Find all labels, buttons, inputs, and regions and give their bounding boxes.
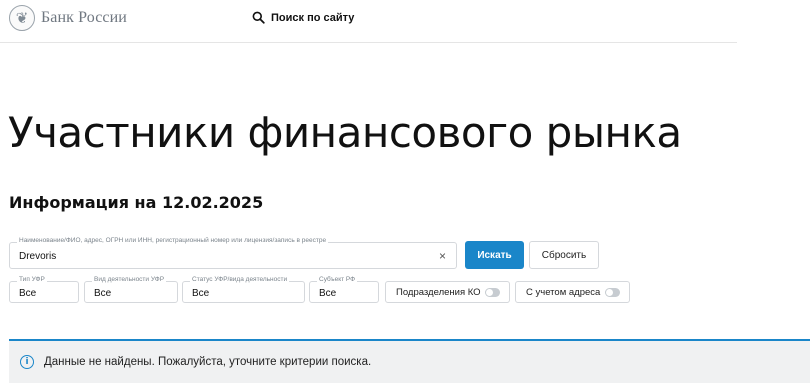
info-icon: i bbox=[20, 355, 34, 369]
filter-label: Тип УФР bbox=[17, 276, 47, 283]
filter-label: Статус УФР/вида деятельности bbox=[190, 276, 290, 283]
search-icon bbox=[252, 11, 265, 24]
filter-region[interactable]: Субъект РФ Все bbox=[309, 276, 379, 303]
page-title: Участники финансового рынка bbox=[8, 108, 682, 157]
toggle-switch[interactable] bbox=[485, 288, 500, 297]
close-icon[interactable]: × bbox=[439, 249, 446, 263]
toggle-switch[interactable] bbox=[605, 288, 620, 297]
site-search-link[interactable]: Поиск по сайту bbox=[252, 11, 354, 24]
info-date-heading: Информация на 12.02.2025 bbox=[9, 193, 264, 212]
site-search-label: Поиск по сайту bbox=[271, 11, 355, 24]
alert-message: Данные не найдены. Пожалуйста, уточните … bbox=[44, 356, 372, 368]
main-search-field[interactable]: Наименование/ФИО, адрес, ОГРН или ИНН, р… bbox=[9, 237, 457, 269]
logo-text: Банк России bbox=[41, 9, 127, 26]
eagle-emblem-icon: ❦ bbox=[9, 5, 35, 31]
filter-value: Все bbox=[319, 288, 337, 299]
toggle-ko-subdivisions[interactable]: Подразделения КО bbox=[385, 281, 510, 303]
bank-logo[interactable]: ❦ Банк России bbox=[9, 5, 127, 31]
reset-button[interactable]: Сбросить bbox=[529, 241, 599, 269]
toggle-label: С учетом адреса bbox=[526, 286, 601, 298]
toggle-label: Подразделения КО bbox=[396, 286, 481, 298]
filter-ufr-type[interactable]: Тип УФР Все bbox=[9, 276, 79, 303]
search-button[interactable]: Искать bbox=[465, 241, 524, 269]
filter-status[interactable]: Статус УФР/вида деятельности Все bbox=[182, 276, 305, 303]
main-search-input[interactable]: Drevoris bbox=[19, 251, 56, 262]
filter-value: Все bbox=[94, 288, 112, 299]
toggle-knob bbox=[486, 289, 493, 296]
filter-activity-type[interactable]: Вид деятельности УФР Все bbox=[84, 276, 178, 303]
filter-value: Все bbox=[19, 288, 37, 299]
filter-label: Субъект РФ bbox=[317, 276, 358, 283]
toggle-knob bbox=[606, 289, 613, 296]
site-header: ❦ Банк России Поиск по сайту bbox=[0, 0, 737, 43]
filter-label: Вид деятельности УФР bbox=[92, 276, 167, 283]
filter-value: Все bbox=[192, 288, 210, 299]
main-search-label: Наименование/ФИО, адрес, ОГРН или ИНН, р… bbox=[17, 237, 329, 244]
no-results-alert: i Данные не найдены. Пожалуйста, уточнит… bbox=[9, 339, 810, 383]
toggle-with-address[interactable]: С учетом адреса bbox=[515, 281, 630, 303]
